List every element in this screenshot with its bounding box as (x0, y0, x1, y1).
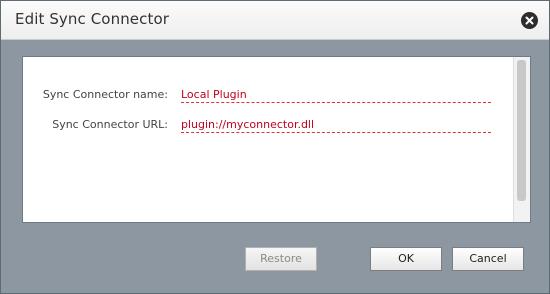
restore-button[interactable]: Restore (245, 247, 317, 271)
edit-sync-connector-dialog: Edit Sync Connector Sync Connector name:… (0, 0, 550, 294)
vertical-scrollbar[interactable] (513, 57, 530, 222)
form-panel: Sync Connector name: Sync Connector URL: (22, 56, 531, 223)
sync-connector-url-field[interactable] (181, 116, 491, 133)
scrollbar-thumb[interactable] (517, 60, 526, 201)
ok-button[interactable]: OK (370, 247, 442, 271)
sync-connector-name-label: Sync Connector name: (42, 88, 168, 101)
sync-connector-name-field[interactable] (181, 86, 491, 103)
close-button[interactable] (521, 12, 538, 29)
dialog-titlebar: Edit Sync Connector (1, 1, 549, 40)
cancel-button[interactable]: Cancel (452, 247, 524, 271)
close-icon (525, 16, 534, 25)
sync-connector-url-label: Sync Connector URL: (52, 118, 168, 131)
dialog-title: Edit Sync Connector (15, 10, 170, 28)
